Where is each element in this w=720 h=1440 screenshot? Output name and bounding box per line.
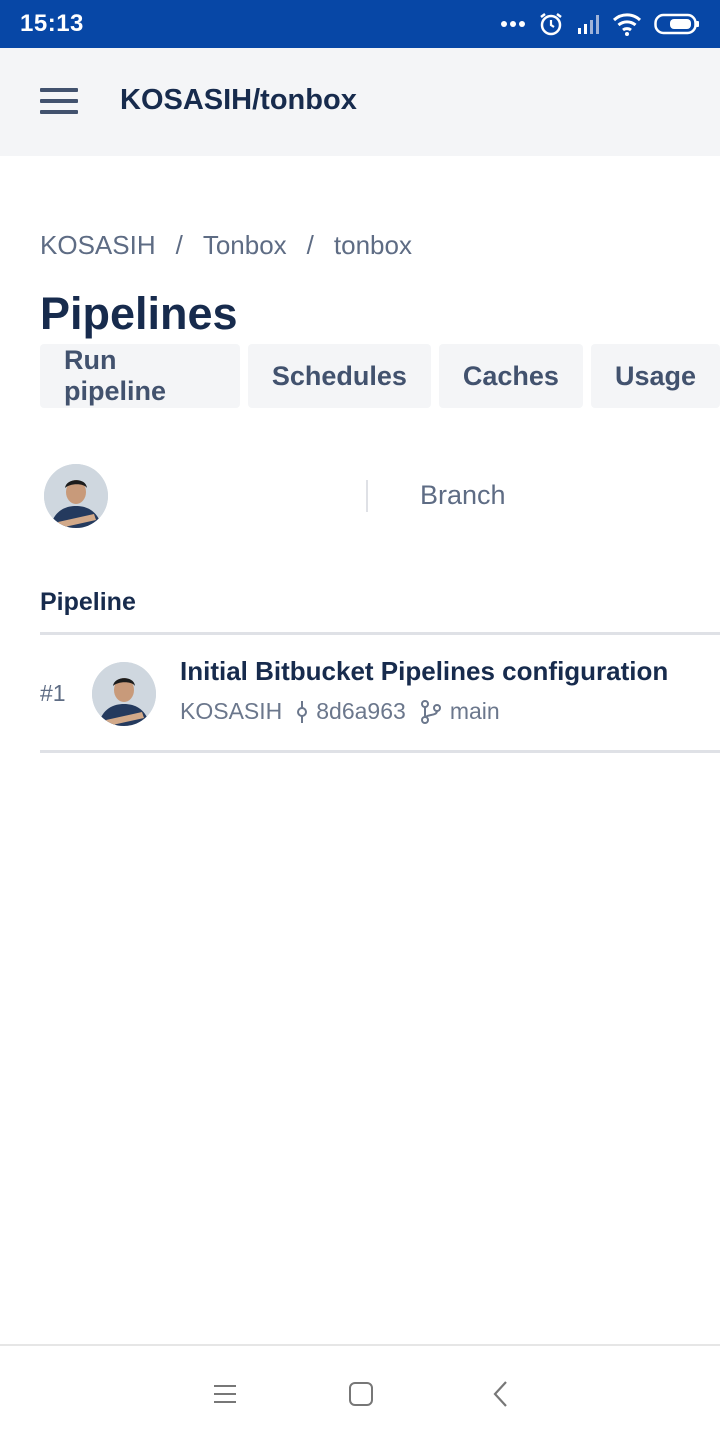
usage-button[interactable]: Usage	[590, 344, 720, 408]
battery-icon	[654, 13, 700, 35]
breadcrumb: KOSASIH / Tonbox / tonbox	[40, 230, 412, 261]
pipeline-author: KOSASIH	[180, 698, 283, 724]
action-buttons: Run pipeline Schedules Caches Usage	[40, 344, 720, 408]
schedules-button[interactable]: Schedules	[247, 344, 431, 408]
pipeline-title-link[interactable]: Initial Bitbucket Pipelines configuratio…	[180, 656, 668, 687]
signal-icon	[576, 13, 600, 35]
status-time: 15:13	[20, 10, 84, 37]
more-dots-icon	[500, 20, 526, 28]
user-filter-avatar[interactable]	[44, 464, 108, 528]
breadcrumb-separator: /	[306, 230, 314, 260]
status-icons	[500, 11, 700, 37]
status-bar: 15:13	[0, 0, 720, 48]
caches-button[interactable]: Caches	[438, 344, 583, 408]
wifi-icon	[612, 12, 642, 36]
author-avatar	[92, 662, 156, 726]
table-header-pipeline: Pipeline	[40, 588, 136, 616]
pipeline-number: #1	[40, 680, 66, 706]
repository-title: KOSASIH/tonbox	[120, 84, 357, 116]
branch-name-link[interactable]: main	[450, 698, 500, 725]
breadcrumb-separator: /	[175, 230, 183, 260]
breadcrumb-item-project[interactable]: Tonbox	[203, 230, 287, 261]
app-header: KOSASIH/tonbox	[0, 48, 720, 156]
run-pipeline-button[interactable]: Run pipeline	[40, 344, 240, 408]
filter-divider	[366, 480, 368, 512]
hamburger-menu-icon[interactable]	[40, 88, 80, 116]
pipeline-meta: KOSASIH 8d6a963 main	[180, 698, 500, 725]
alarm-icon	[538, 11, 564, 37]
home-icon[interactable]	[341, 1376, 381, 1412]
table-divider	[40, 632, 720, 635]
branch-filter[interactable]: Branch	[420, 480, 506, 511]
breadcrumb-item-workspace[interactable]: KOSASIH	[40, 230, 156, 261]
commit-icon	[296, 700, 308, 724]
commit-hash-link[interactable]: 8d6a963	[316, 698, 406, 725]
recent-apps-icon[interactable]	[205, 1376, 245, 1412]
table-divider	[40, 750, 720, 753]
system-nav-bar	[0, 1344, 720, 1440]
page-title: Pipelines	[40, 288, 238, 339]
branch-icon	[420, 699, 442, 724]
back-icon[interactable]	[480, 1376, 520, 1412]
breadcrumb-item-repository[interactable]: tonbox	[334, 230, 412, 261]
